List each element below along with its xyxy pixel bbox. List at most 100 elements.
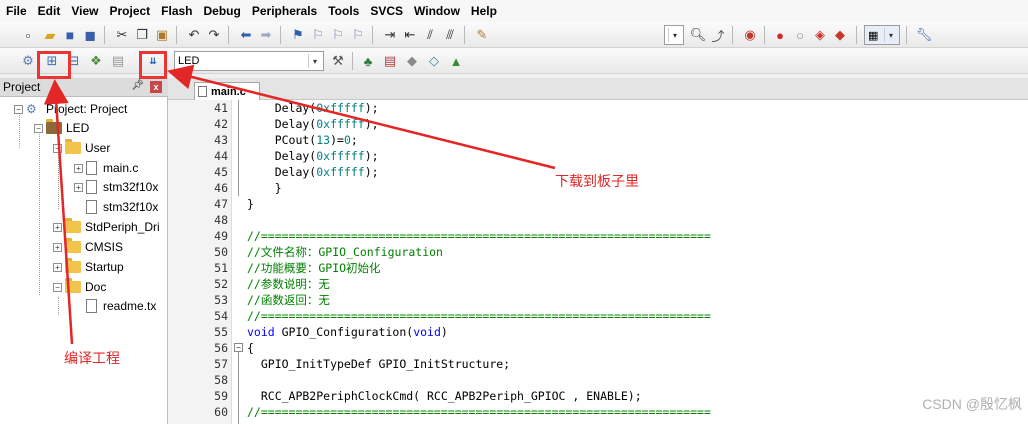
code-text: //======================================…: [247, 309, 711, 323]
tree-folder-stdperiph[interactable]: + StdPeriph_Dri: [53, 218, 160, 236]
tree-file-stm32-2[interactable]: stm32f10x: [86, 198, 158, 216]
breakpoint-icon[interactable]: ●: [770, 25, 790, 45]
code-line: 47}: [168, 196, 1028, 212]
batch-build-icon[interactable]: ❖: [86, 51, 106, 71]
menu-window[interactable]: Window: [414, 4, 460, 18]
expand-icon[interactable]: +: [53, 222, 62, 232]
debug-session-icon[interactable]: ◉: [740, 25, 760, 45]
menu-flash[interactable]: Flash: [161, 4, 192, 18]
pin-icon[interactable]: 📌︎: [131, 80, 144, 91]
tree-file-readme[interactable]: readme.tx: [86, 297, 156, 315]
menu-view[interactable]: View: [71, 4, 98, 18]
bookmark-icon[interactable]: ⚑: [288, 25, 308, 45]
expand-icon[interactable]: +: [74, 163, 83, 173]
paste-icon[interactable]: ▣: [152, 25, 172, 45]
code-line: 59 RCC_APB2PeriphClockCmd( RCC_APB2Perip…: [168, 388, 1028, 404]
collapse-icon[interactable]: −: [53, 282, 62, 292]
tree-folder-startup[interactable]: + Startup: [53, 258, 124, 276]
indent-icon[interactable]: ⇥: [380, 25, 400, 45]
menu-help[interactable]: Help: [471, 4, 497, 18]
code-text: //功能概要：GPIO初始化: [247, 261, 381, 275]
find-icon[interactable]: 🔍︎: [688, 25, 708, 45]
configure-icon[interactable]: 🔧︎: [914, 25, 934, 45]
unindent-icon[interactable]: ⇤: [400, 25, 420, 45]
code-line: 52 //参数说明：无: [168, 276, 1028, 292]
translate-icon[interactable]: ⚙: [18, 51, 38, 71]
stop-build-icon[interactable]: ▤: [108, 51, 128, 71]
target-select[interactable]: LED ▾: [174, 51, 324, 71]
nav-back-icon[interactable]: ⬅: [236, 25, 256, 45]
code-line: 49 //====================================…: [168, 228, 1028, 244]
expand-icon[interactable]: +: [74, 182, 83, 192]
code-text: }: [247, 197, 254, 211]
undo-icon[interactable]: ↶: [184, 25, 204, 45]
code-text: //函数返回：无: [247, 293, 330, 307]
find-in-files-icon[interactable]: ✎: [472, 25, 492, 45]
tree-file-stm32-1[interactable]: + stm32f10x: [74, 178, 158, 196]
next-bookmark-icon[interactable]: ⚐: [328, 25, 348, 45]
code-editor[interactable]: 41 Delay(0xfffff); 42 Delay(0xfffff); 43 P…: [168, 100, 1028, 424]
menu-peripherals[interactable]: Peripherals: [252, 4, 317, 18]
tree-folder-user[interactable]: − User: [53, 139, 110, 157]
find-combo[interactable]: ▾: [664, 25, 684, 45]
target-options-icon[interactable]: ⚒: [328, 51, 348, 71]
project-panel-header: Project 📌︎ x: [0, 78, 168, 97]
save-all-icon[interactable]: ◼: [80, 25, 100, 45]
file-toolbar: ▫ ▰ ■ ◼ ✂ ❐ ▣ ↶ ↷ ⬅ ➡ ⚑ ⚐ ⚐ ⚐ ⇥ ⇤ ⫽ ⫻ ✎ …: [0, 22, 1028, 48]
nav-forward-icon[interactable]: ➡: [256, 25, 276, 45]
env-icon[interactable]: ▲: [446, 51, 466, 71]
tree-target-led[interactable]: − LED: [34, 119, 89, 137]
project-panel-title: Project: [3, 80, 41, 94]
disable-all-breakpoints-icon[interactable]: ◆: [830, 25, 850, 45]
code-text: Delay(0xfffff);: [247, 101, 379, 115]
code-line: 42 Delay(0xfffff);: [168, 116, 1028, 132]
pack-installer-icon[interactable]: ◆: [402, 51, 422, 71]
disable-breakpoint-icon[interactable]: ○: [790, 25, 810, 45]
collapse-icon[interactable]: −: [34, 123, 43, 133]
menu-tools[interactable]: Tools: [328, 4, 359, 18]
open-folder-icon[interactable]: ▰: [40, 25, 60, 45]
rte-icon[interactable]: ◇: [424, 51, 444, 71]
prev-bookmark-icon[interactable]: ⚐: [308, 25, 328, 45]
tab-main-c[interactable]: main.c: [194, 82, 260, 100]
clear-bookmarks-icon[interactable]: ⚐: [348, 25, 368, 45]
cut-icon[interactable]: ✂: [112, 25, 132, 45]
fold-icon[interactable]: −: [234, 343, 243, 352]
collapse-icon[interactable]: −: [14, 104, 23, 114]
menu-edit[interactable]: Edit: [38, 4, 61, 18]
line-number: 46: [214, 181, 228, 195]
code-text: //文件名称：GPIO_Configuration: [247, 245, 443, 259]
redo-icon[interactable]: ↷: [204, 25, 224, 45]
watermark: CSDN @殷忆枫: [922, 396, 1022, 412]
expand-icon[interactable]: +: [53, 242, 62, 252]
new-file-icon[interactable]: ▫: [18, 25, 38, 45]
line-number: 59: [214, 389, 228, 403]
code-line: 54 //====================================…: [168, 308, 1028, 324]
line-number: 43: [214, 133, 228, 147]
line-number: 52: [214, 277, 228, 291]
menu-debug[interactable]: Debug: [204, 4, 241, 18]
uncomment-icon[interactable]: ⫻: [440, 25, 460, 45]
tree-folder-cmsis[interactable]: + CMSIS: [53, 238, 123, 256]
tree-file-main[interactable]: + main.c: [74, 159, 138, 177]
select-packs-icon[interactable]: ▤: [380, 51, 400, 71]
menu-file[interactable]: File: [6, 4, 27, 18]
menu-svcs[interactable]: SVCS: [370, 4, 403, 18]
code-text: Delay(0xfffff);: [247, 165, 379, 179]
copy-icon[interactable]: ❐: [132, 25, 152, 45]
collapse-icon[interactable]: −: [53, 143, 62, 153]
window-layout-combo[interactable]: ▦ ▾: [864, 25, 900, 45]
save-icon[interactable]: ■: [60, 25, 80, 45]
code-text: Delay(0xfffff);: [247, 149, 379, 163]
kill-breakpoints-icon[interactable]: ◈: [810, 25, 830, 45]
project-icon: ⚙: [26, 102, 37, 116]
expand-icon[interactable]: +: [53, 262, 62, 272]
menu-project[interactable]: Project: [109, 4, 150, 18]
folder-icon: [65, 238, 81, 253]
comment-icon[interactable]: ⫽: [420, 25, 440, 45]
tree-folder-doc[interactable]: − Doc: [53, 278, 106, 296]
close-icon[interactable]: x: [150, 81, 162, 93]
incremental-find-icon[interactable]: ⤴: [708, 25, 728, 45]
manage-components-icon[interactable]: ♣: [358, 51, 378, 71]
tree-root[interactable]: − ⚙ Project: Project: [14, 100, 127, 118]
